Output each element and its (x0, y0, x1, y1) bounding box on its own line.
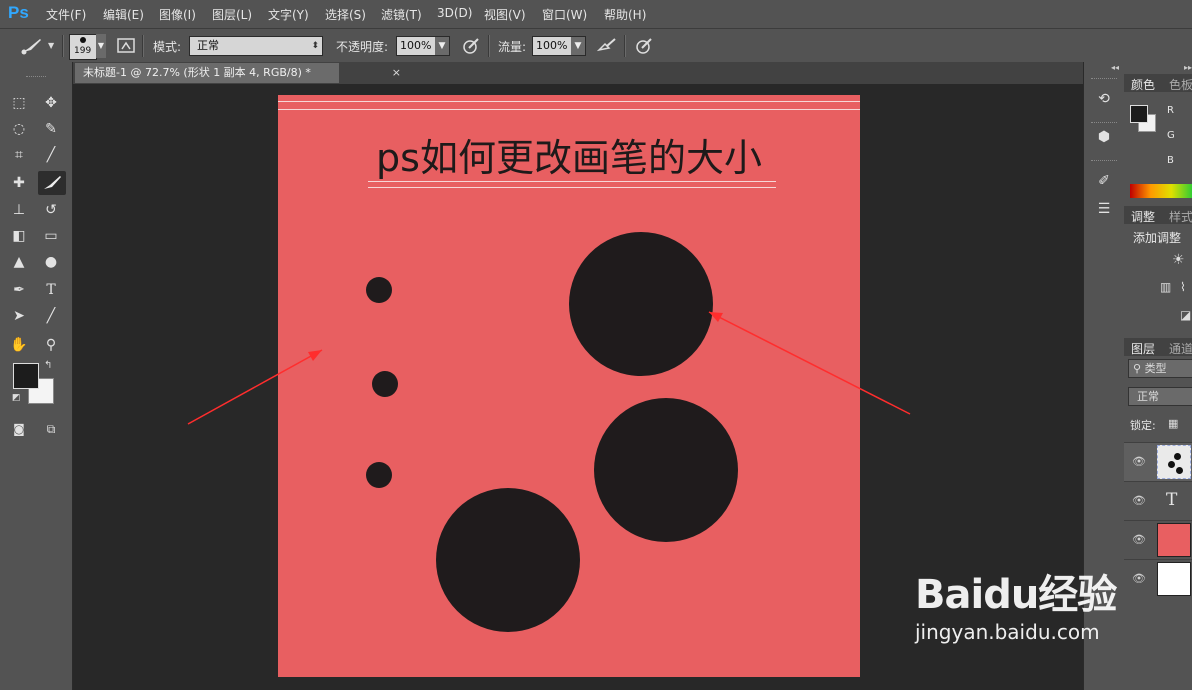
type-layer-icon: T (1166, 490, 1178, 510)
channel-b: B (1167, 155, 1174, 166)
tab-layers[interactable]: 图层 (1131, 340, 1155, 357)
arrow-right (708, 311, 911, 415)
collapse-right-icon[interactable]: ▸▸ (1184, 63, 1192, 72)
layer-row[interactable]: 👁 (1124, 520, 1192, 559)
layer-thumbnail-dots (1157, 445, 1191, 479)
layer-row[interactable]: 👁 (1124, 442, 1192, 481)
tab-swatches[interactable]: 色板 (1169, 76, 1192, 93)
layer-row[interactable]: 👁 T (1124, 481, 1192, 520)
panel-fg-swatch[interactable] (1130, 105, 1148, 123)
arrowhead-right (709, 312, 723, 322)
tab-styles[interactable]: 样式 (1169, 208, 1192, 225)
watermark-url: jingyan.baidu.com (915, 620, 1100, 644)
brightness-icon[interactable]: ☀ (1172, 252, 1185, 268)
layer-thumbnail-white (1157, 562, 1191, 596)
filter-kind-value: 类型 (1144, 362, 1167, 375)
levels-icon[interactable]: ▥ (1160, 280, 1171, 294)
tab-color[interactable]: 颜色 (1131, 76, 1155, 93)
blend-mode-select[interactable]: 正常 (1128, 387, 1192, 406)
eye-icon[interactable]: 👁 (1132, 455, 1146, 468)
history-panel-icon[interactable]: ⟲ (1093, 88, 1115, 110)
layer-filter-select[interactable]: ⚲ 类型 (1128, 359, 1192, 378)
exposure-icon[interactable]: ◪ (1180, 308, 1191, 322)
arrow-left (187, 349, 323, 425)
channel-g: G (1167, 130, 1175, 141)
curves-icon[interactable]: ⌇ (1180, 280, 1186, 294)
collapse-icon[interactable]: ◂◂ (1111, 63, 1119, 72)
tab-adjustments[interactable]: 调整 (1131, 208, 1155, 225)
blend-mode-value: 正常 (1137, 390, 1159, 403)
channel-r: R (1167, 105, 1174, 116)
baidu-watermark: Baidu经验 jingyan.baidu.com (915, 562, 1117, 644)
lock-transparency-icon[interactable]: ▦ (1168, 417, 1178, 430)
brush-presets-icon[interactable]: ✐ (1093, 170, 1115, 192)
tab-channels[interactable]: 通道 (1169, 340, 1192, 357)
layer-thumbnail-red (1157, 523, 1191, 557)
properties-icon[interactable]: ☰ (1093, 198, 1115, 220)
watermark-brand: Baidu经验 (915, 572, 1117, 618)
arrowhead-left (308, 350, 322, 361)
color-ramp[interactable] (1130, 184, 1192, 198)
eye-icon[interactable]: 👁 (1132, 533, 1146, 546)
right-panels: ▸▸ 颜色 色板 R G B 调整 样式 添加调整 ☀ ▥ ⌇ ◪ 图层 通道 … (1124, 62, 1192, 690)
add-adjustment-label: 添加调整 (1133, 231, 1182, 245)
3d-panel-icon[interactable]: ⬢ (1093, 126, 1115, 148)
layer-row[interactable]: 👁 (1124, 559, 1192, 598)
lock-label: 锁定: (1130, 419, 1156, 432)
search-icon: ⚲ (1133, 362, 1145, 375)
eye-icon[interactable]: 👁 (1132, 572, 1146, 585)
eye-icon[interactable]: 👁 (1132, 494, 1146, 507)
